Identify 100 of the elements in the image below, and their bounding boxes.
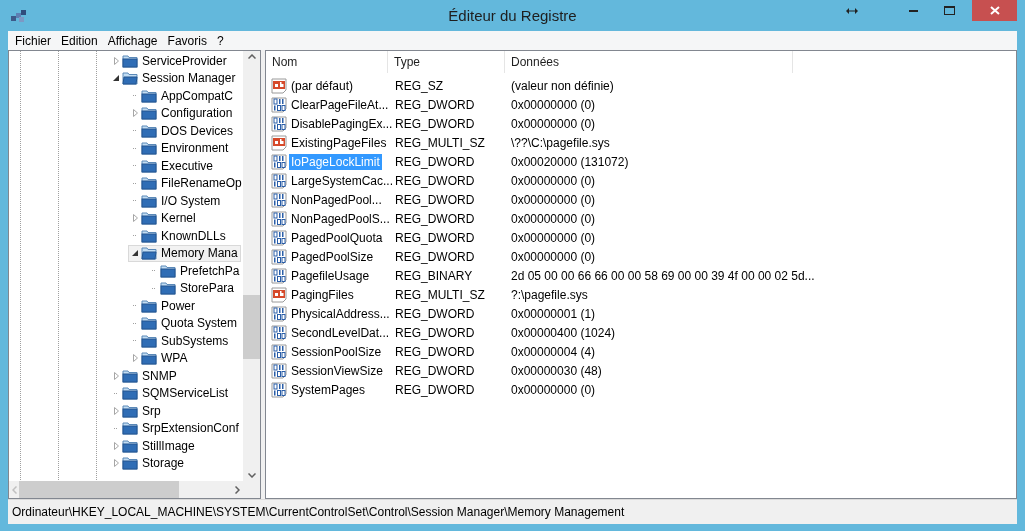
scroll-up-icon[interactable] [247,54,256,59]
tree-item[interactable]: Storage [109,454,188,472]
scrollbar-thumb[interactable] [243,295,260,359]
value-data: 0x00000400 (1024) [510,325,617,340]
value-name[interactable]: ClearPageFileAt... [289,96,391,113]
collapsed-arrow-icon[interactable] [113,459,119,468]
scroll-left-icon[interactable] [12,485,17,494]
value-name[interactable]: PagingFiles [289,286,356,303]
binary-value-icon [271,362,287,379]
vertical-scrollbar[interactable] [243,51,260,481]
string-value-icon [271,77,287,94]
value-data: 0x00020000 (131072) [510,154,630,169]
tree-item[interactable]: Power [128,297,198,315]
value-type: REG_SZ [394,78,444,93]
expanded-arrow-icon[interactable] [132,250,138,257]
tree-item[interactable]: Configuration [128,104,236,122]
value-type: REG_DWORD [394,230,476,245]
value-data: 0x00000001 (1) [510,306,597,321]
value-name[interactable]: NonPagedPool... [289,191,384,208]
column-header[interactable]: Données [505,51,793,73]
value-data: 0x00000000 (0) [510,249,597,264]
column-header[interactable]: Type [388,51,505,73]
binary-value-icon [271,381,287,398]
tree-item[interactable]: StillImage [109,437,198,455]
value-name[interactable]: PhysicalAddress... [289,305,392,322]
tree-item[interactable]: PrefetchPa [147,262,243,280]
collapsed-arrow-icon[interactable] [113,441,119,450]
tree-item[interactable]: Srp [109,402,164,420]
tree-item[interactable]: Environment [128,139,232,157]
collapsed-arrow-icon[interactable] [132,109,138,118]
collapsed-arrow-icon[interactable] [113,406,119,415]
tree-item[interactable]: Session Manager [109,69,239,87]
value-name[interactable]: (par défaut) [289,77,356,94]
binary-value-icon [271,343,287,360]
value-name[interactable]: PagefileUsage [289,267,372,284]
value-name[interactable]: DisablePagingEx... [289,115,395,132]
expanded-arrow-icon[interactable] [113,75,119,82]
column-header[interactable]: Nom [266,51,388,73]
tree-item[interactable]: Kernel [128,209,199,227]
value-type: REG_BINARY [394,268,474,283]
binary-value-icon [271,172,287,189]
tree-item[interactable]: SQMServiceList [109,384,232,402]
value-name[interactable]: SessionPoolSize [289,343,384,360]
close-button[interactable] [972,0,1017,21]
tree-item[interactable]: ServiceProvider [109,52,230,70]
tree-item[interactable]: Quota System [128,314,241,332]
scroll-down-icon[interactable] [247,473,256,478]
value-type: REG_DWORD [394,249,476,264]
value-data: 0x00000000 (0) [510,97,597,112]
collapsed-arrow-icon[interactable] [113,371,119,380]
tree-item[interactable]: StorePara [147,279,238,297]
value-name[interactable]: SecondLevelDat... [289,324,392,341]
value-name[interactable]: PagedPoolQuota [289,229,385,246]
binary-value-icon [271,96,287,113]
menu-item[interactable]: Fichier [10,33,56,48]
binary-value-icon [271,305,287,322]
value-name[interactable]: SessionViewSize [289,362,385,379]
collapsed-arrow-icon[interactable] [132,214,138,223]
string-value-icon [271,286,287,303]
value-type: REG_DWORD [394,344,476,359]
tree-item[interactable]: I/O System [128,192,224,210]
tree-item[interactable]: SNMP [109,367,180,385]
binary-value-icon [271,153,287,170]
tree-item[interactable]: AppCompatC [128,87,237,105]
tree-item[interactable]: SubSystems [128,332,232,350]
collapsed-arrow-icon[interactable] [132,354,138,363]
binary-value-icon [271,324,287,341]
value-type: REG_DWORD [394,306,476,321]
value-type: REG_DWORD [394,97,476,112]
window-title: Éditeur du Registre [448,7,577,24]
tree-item[interactable]: Memory Mana [128,244,241,262]
value-data: 0x00000000 (0) [510,116,597,131]
horizontal-scrollbar[interactable] [9,481,243,498]
binary-value-icon [271,248,287,265]
value-name[interactable]: PagedPoolSize [289,248,376,265]
value-name[interactable]: SystemPages [289,381,368,398]
menu-item[interactable]: Affichage [102,33,163,48]
menu-item[interactable]: Favoris [162,33,212,48]
value-data: 2d 05 00 00 66 66 00 00 58 69 00 00 39 4f 00 00 02 5d... [510,268,816,283]
scrollbar-thumb[interactable] [19,481,179,498]
menu-item[interactable]: ? [211,33,229,48]
tree-item[interactable]: SrpExtensionConf [109,419,242,437]
scroll-right-icon[interactable] [235,485,240,494]
menu-item[interactable]: Edition [56,33,103,48]
collapsed-arrow-icon[interactable] [113,56,119,65]
value-name[interactable]: NonPagedPoolS... [289,210,392,227]
value-name[interactable]: LargeSystemCac... [289,172,396,189]
value-type: REG_MULTI_SZ [394,135,486,150]
tree-item[interactable]: FileRenameOp [128,174,243,192]
tree-item[interactable]: DOS Devices [128,122,237,140]
tree-item[interactable]: WPA [128,349,191,367]
value-data: 0x00000000 (0) [510,230,597,245]
value-data: 0x00000030 (48) [510,363,603,378]
value-name[interactable]: ExistingPageFiles [289,134,389,151]
binary-value-icon [271,191,287,208]
tree-item[interactable]: KnownDLLs [128,227,229,245]
tree-item[interactable]: Executive [128,157,217,175]
resize-arrows-icon[interactable] [846,7,858,15]
key-path: Ordinateur\HKEY_LOCAL_MACHINE\SYSTEM\CurrentControlSet\Control\Session Manager\Memory Management [11,505,625,519]
value-type: REG_DWORD [394,325,476,340]
